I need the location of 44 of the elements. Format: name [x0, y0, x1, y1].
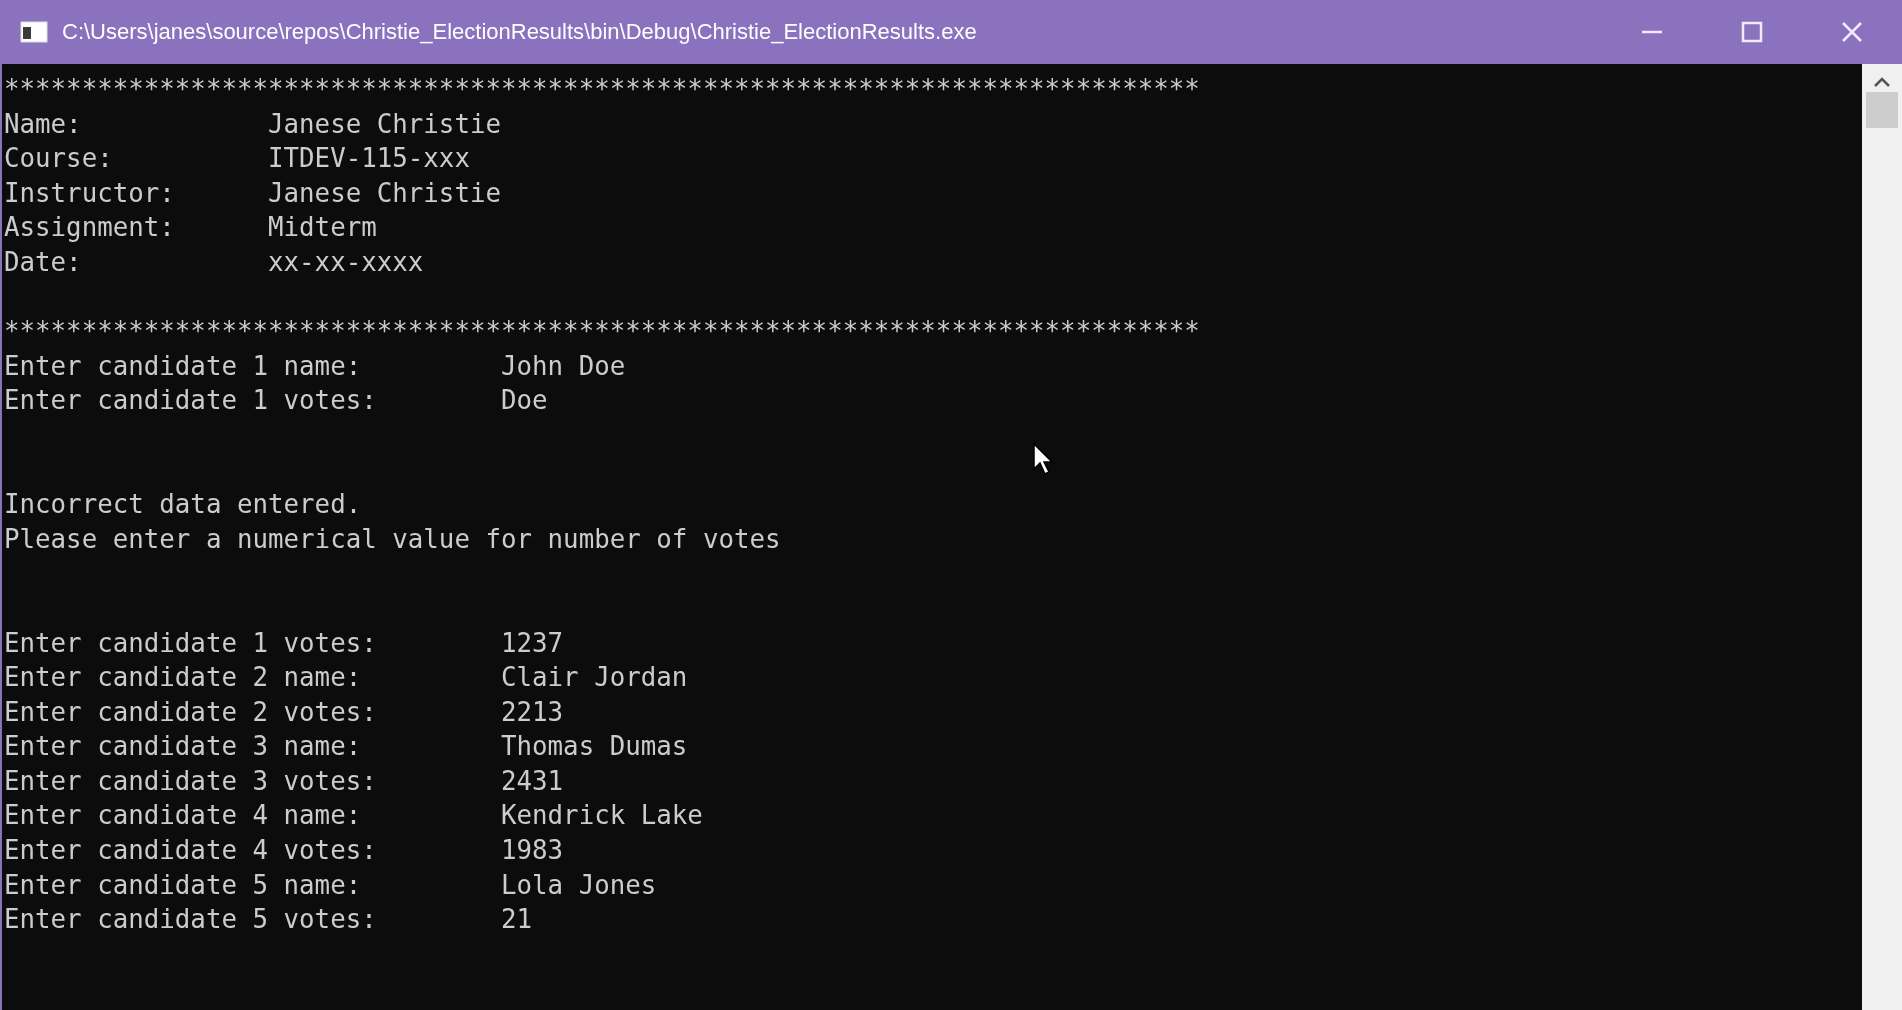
prompt-text: Enter candidate 1 votes:: [4, 385, 377, 416]
scroll-thumb[interactable]: [1866, 92, 1898, 128]
message-text: Please enter a numerical value for number of votes: [4, 522, 781, 556]
field-label: Date:: [4, 246, 82, 277]
field-label: Assignment:: [4, 212, 175, 243]
input-value: John Doe: [501, 349, 626, 383]
prompt-text: Enter candidate 5 name:: [4, 869, 362, 900]
close-icon[interactable]: [1841, 21, 1863, 43]
message-text: Incorrect data entered.: [4, 488, 362, 522]
prompt-text: Enter candidate 3 name:: [4, 731, 362, 762]
input-value: Doe: [501, 384, 548, 418]
prompt-text: Enter candidate 4 name:: [4, 800, 362, 831]
input-value: 2431: [501, 764, 564, 798]
input-value: Lola Jones: [501, 868, 657, 902]
scroll-up-icon[interactable]: [1873, 76, 1891, 88]
field-value: Janese Christie: [268, 176, 501, 210]
asterisk-rule: *****************************************************************************: [4, 73, 1200, 106]
field-value: xx-xx-xxxx: [268, 245, 424, 279]
field-value: Midterm: [268, 211, 377, 245]
prompt-text: Enter candidate 2 name:: [4, 662, 362, 693]
asterisk-rule: *****************************************************************************: [4, 315, 1200, 349]
input-value: 21: [501, 903, 533, 937]
field-label: Instructor:: [4, 177, 175, 208]
input-value: 1983: [501, 834, 564, 868]
field-label: Name:: [4, 108, 82, 139]
scrollbar[interactable]: [1862, 64, 1902, 1010]
field-value: Janese Christie: [268, 107, 501, 141]
input-value: Thomas Dumas: [501, 730, 688, 764]
maximize-icon[interactable]: [1741, 21, 1763, 43]
field-label: Course:: [4, 143, 113, 174]
mouse-pointer-icon: [1033, 443, 1055, 475]
input-value: Clair Jordan: [501, 661, 688, 695]
prompt-text: Enter candidate 3 votes:: [4, 765, 377, 796]
prompt-text: Enter candidate 1 votes:: [4, 627, 377, 658]
input-value: Kendrick Lake: [501, 799, 703, 833]
input-value: 1237: [501, 626, 564, 660]
prompt-text: Enter candidate 5 votes:: [4, 904, 377, 935]
field-value: ITDEV-115-xxx: [268, 142, 470, 176]
console-app-icon: [20, 21, 48, 43]
prompt-text: Enter candidate 4 votes:: [4, 835, 377, 866]
prompt-text: Enter candidate 1 name:: [4, 350, 362, 381]
window-title: C:\Users\janes\source\repos\Christie_ElectionResults\bin\Debug\Christie_ElectionResults.exe: [62, 19, 978, 45]
prompt-text: Enter candidate 2 votes:: [4, 696, 377, 727]
input-value: 2213: [501, 695, 564, 729]
